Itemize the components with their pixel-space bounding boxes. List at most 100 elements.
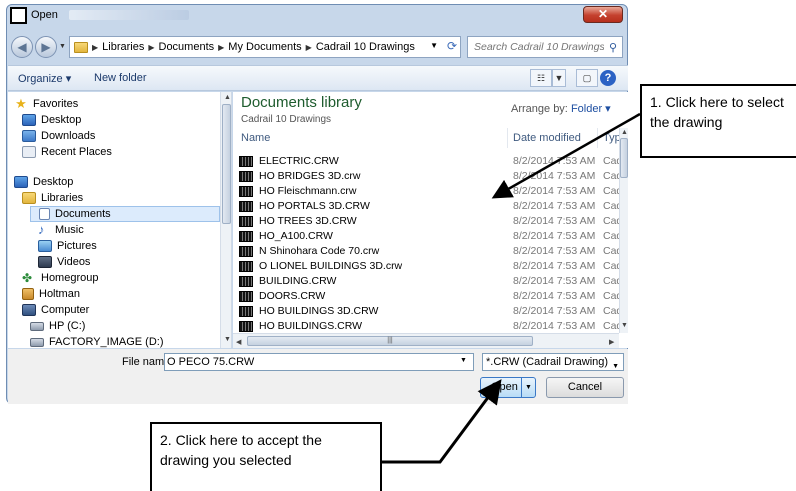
scroll-up-arrow-icon[interactable]: ▲ [224, 94, 231, 101]
file-row[interactable]: ELECTRIC.CRW8/2/2014 7:53 AMCadra [233, 154, 628, 169]
file-list-scroll-thumb[interactable] [620, 138, 628, 178]
breadcrumb-my-documents[interactable]: My Documents [228, 41, 301, 53]
chevron-right-icon[interactable]: ▶ [218, 43, 224, 52]
file-name: ELECTRIC.CRW [259, 155, 339, 167]
nav-item-pictures[interactable]: Pictures [38, 238, 97, 254]
crw-file-icon [239, 201, 253, 212]
view-options-icon[interactable]: ☷ [530, 69, 552, 87]
help-icon[interactable]: ? [600, 70, 616, 86]
new-folder-button[interactable]: New folder [94, 72, 147, 84]
chevron-right-icon[interactable]: ▶ [92, 43, 98, 52]
file-list-scrollbar[interactable]: ▲ ▼ [619, 128, 628, 333]
file-row[interactable]: HO BUILDINGS.CRW8/2/2014 7:53 AMCadra [233, 319, 628, 334]
nav-item-favorites[interactable]: ★ Favorites [14, 96, 78, 112]
file-row[interactable]: HO PORTALS 3D.CRW8/2/2014 7:53 AMCadra [233, 199, 628, 214]
file-name-input[interactable] [164, 353, 474, 371]
nav-item-libraries[interactable]: Libraries [22, 190, 83, 206]
column-divider[interactable] [597, 128, 598, 148]
nav-item-hp-drive[interactable]: HP (C:) [30, 318, 85, 334]
nav-item-label: Downloads [41, 130, 96, 142]
scroll-right-arrow-icon[interactable]: ▶ [609, 338, 614, 346]
back-button[interactable]: ◀ [11, 36, 33, 58]
folder-icon [74, 41, 88, 53]
breadcrumb-libraries[interactable]: Libraries [102, 41, 144, 53]
nav-item-documents[interactable]: Documents [30, 206, 220, 222]
column-header-name[interactable]: Name [241, 132, 270, 144]
open-options-dropdown-icon[interactable]: ▼ [521, 378, 535, 397]
chevron-down-icon[interactable]: ▼ [430, 41, 438, 50]
nav-item-desktop[interactable]: Desktop [14, 174, 73, 190]
column-divider[interactable] [507, 128, 508, 148]
chevron-down-icon[interactable]: ▼ [552, 69, 566, 87]
preview-pane-icon[interactable]: ▢ [576, 69, 598, 87]
file-row[interactable]: N Shinohara Code 70.crw 8/2/2014 7:53 AM C… [233, 244, 628, 259]
back-arrow-icon: ◀ [17, 40, 27, 54]
search-input[interactable] [474, 41, 604, 53]
chevron-right-icon[interactable]: ▶ [148, 43, 154, 52]
nav-item-holtman[interactable]: Holtman [22, 286, 80, 302]
scroll-up-arrow-icon[interactable]: ▲ [621, 129, 628, 136]
nav-pane-scroll-thumb[interactable] [222, 104, 231, 224]
crw-file-icon [239, 231, 253, 242]
file-row[interactable]: BUILDING.CRW8/2/2014 7:53 AMCadra [233, 274, 628, 289]
horizontal-scroll-thumb[interactable]: ||| [247, 336, 533, 346]
nav-item-homegroup[interactable]: ✤ Homegroup [22, 270, 98, 286]
nav-pane-scrollbar[interactable]: ▲ ▼ [220, 92, 231, 348]
chevron-down-icon[interactable]: ▼ [460, 357, 467, 364]
chevron-down-icon[interactable]: ▼ [612, 359, 619, 375]
forward-button[interactable]: ▶ [35, 36, 57, 58]
file-row[interactable]: HO BRIDGES 3D.crw8/2/2014 7:53 AMCadra [233, 169, 628, 184]
search-box[interactable]: ⚲ [467, 36, 623, 58]
crw-file-icon [239, 321, 253, 332]
organize-button[interactable]: Organize ▾ [18, 72, 71, 85]
chevron-right-icon[interactable]: ▶ [306, 43, 312, 52]
file-row[interactable]: O LIONEL BUILDINGS 3D.crw 8/2/2014 7:53 A… [233, 259, 628, 274]
breadcrumb-cadrail-drawings[interactable]: Cadrail 10 Drawings [316, 41, 415, 53]
nav-item-label: Computer [41, 304, 90, 316]
crw-file-icon [239, 276, 253, 287]
open-button[interactable]: Open ▼ [480, 377, 536, 398]
library-subtitle: Cadrail 10 Drawings [241, 114, 332, 125]
file-row[interactable]: DOORS.CRW8/2/2014 7:53 AMCadra [233, 289, 628, 304]
cancel-button[interactable]: Cancel [546, 377, 624, 398]
breadcrumb-documents[interactable]: Documents [159, 41, 215, 53]
arrange-by[interactable]: Arrange by: Folder ▾ [511, 102, 611, 115]
horizontal-scrollbar[interactable]: ◀ ||| ▶ [233, 333, 619, 348]
file-row[interactable]: HO Fleischmann.crw8/2/2014 7:53 AMCadra [233, 184, 628, 199]
nav-item-computer[interactable]: Computer [22, 302, 89, 318]
file-name: BUILDING.CRW [259, 275, 337, 287]
file-row[interactable]: HO BUILDINGS 3D.CRW8/2/2014 7:53 AMCadra [233, 304, 628, 319]
nav-item-videos[interactable]: Videos [38, 254, 90, 270]
homegroup-icon: ✤ [22, 271, 33, 285]
nav-item-downloads[interactable]: Downloads [22, 128, 95, 144]
scroll-down-arrow-icon[interactable]: ▼ [224, 336, 231, 343]
file-row[interactable]: HO_A100.CRW8/2/2014 7:53 AMCadra [233, 229, 628, 244]
file-type-select[interactable]: *.CRW (Cadrail Drawing) ▼ [482, 353, 624, 371]
scroll-down-arrow-icon[interactable]: ▼ [621, 322, 628, 329]
address-bar[interactable]: ▶ Libraries ▶ Documents ▶ My Documents ▶… [69, 36, 461, 58]
close-button[interactable]: ✕ [583, 6, 623, 23]
title-bar[interactable]: Open ✕ [7, 5, 627, 27]
file-type-value: *.CRW (Cadrail Drawing) [486, 356, 609, 368]
file-date: 8/2/2014 7:53 AM [513, 230, 596, 242]
nav-item-label: Holtman [39, 288, 80, 300]
recent-locations-dropdown-icon[interactable]: ▼ [59, 43, 66, 50]
arrange-by-value[interactable]: Folder ▾ [571, 103, 611, 115]
file-name: HO BUILDINGS.CRW [259, 320, 363, 332]
ghost-menu-bar [69, 10, 189, 20]
window-title: Open [31, 9, 58, 21]
nav-item-factory-image[interactable]: FACTORY_IMAGE (D:) [30, 334, 164, 348]
nav-item-recent-places[interactable]: Recent Places [22, 144, 112, 160]
file-row[interactable]: HO TREES 3D.CRW8/2/2014 7:53 AMCadra [233, 214, 628, 229]
scroll-left-arrow-icon[interactable]: ◀ [236, 338, 241, 346]
documents-icon [39, 208, 50, 220]
column-header-date[interactable]: Date modified [513, 132, 581, 144]
search-icon[interactable]: ⚲ [609, 41, 617, 54]
crw-file-icon [239, 246, 253, 257]
file-date: 8/2/2014 7:53 AM [513, 260, 596, 272]
refresh-icon[interactable]: ⟳ [447, 39, 457, 53]
nav-item-desktop-favorite[interactable]: Desktop [22, 112, 81, 128]
file-name: HO_A100.CRW [259, 230, 333, 242]
nav-item-music[interactable]: ♪ Music [38, 222, 84, 238]
nav-item-label: Documents [55, 208, 111, 220]
